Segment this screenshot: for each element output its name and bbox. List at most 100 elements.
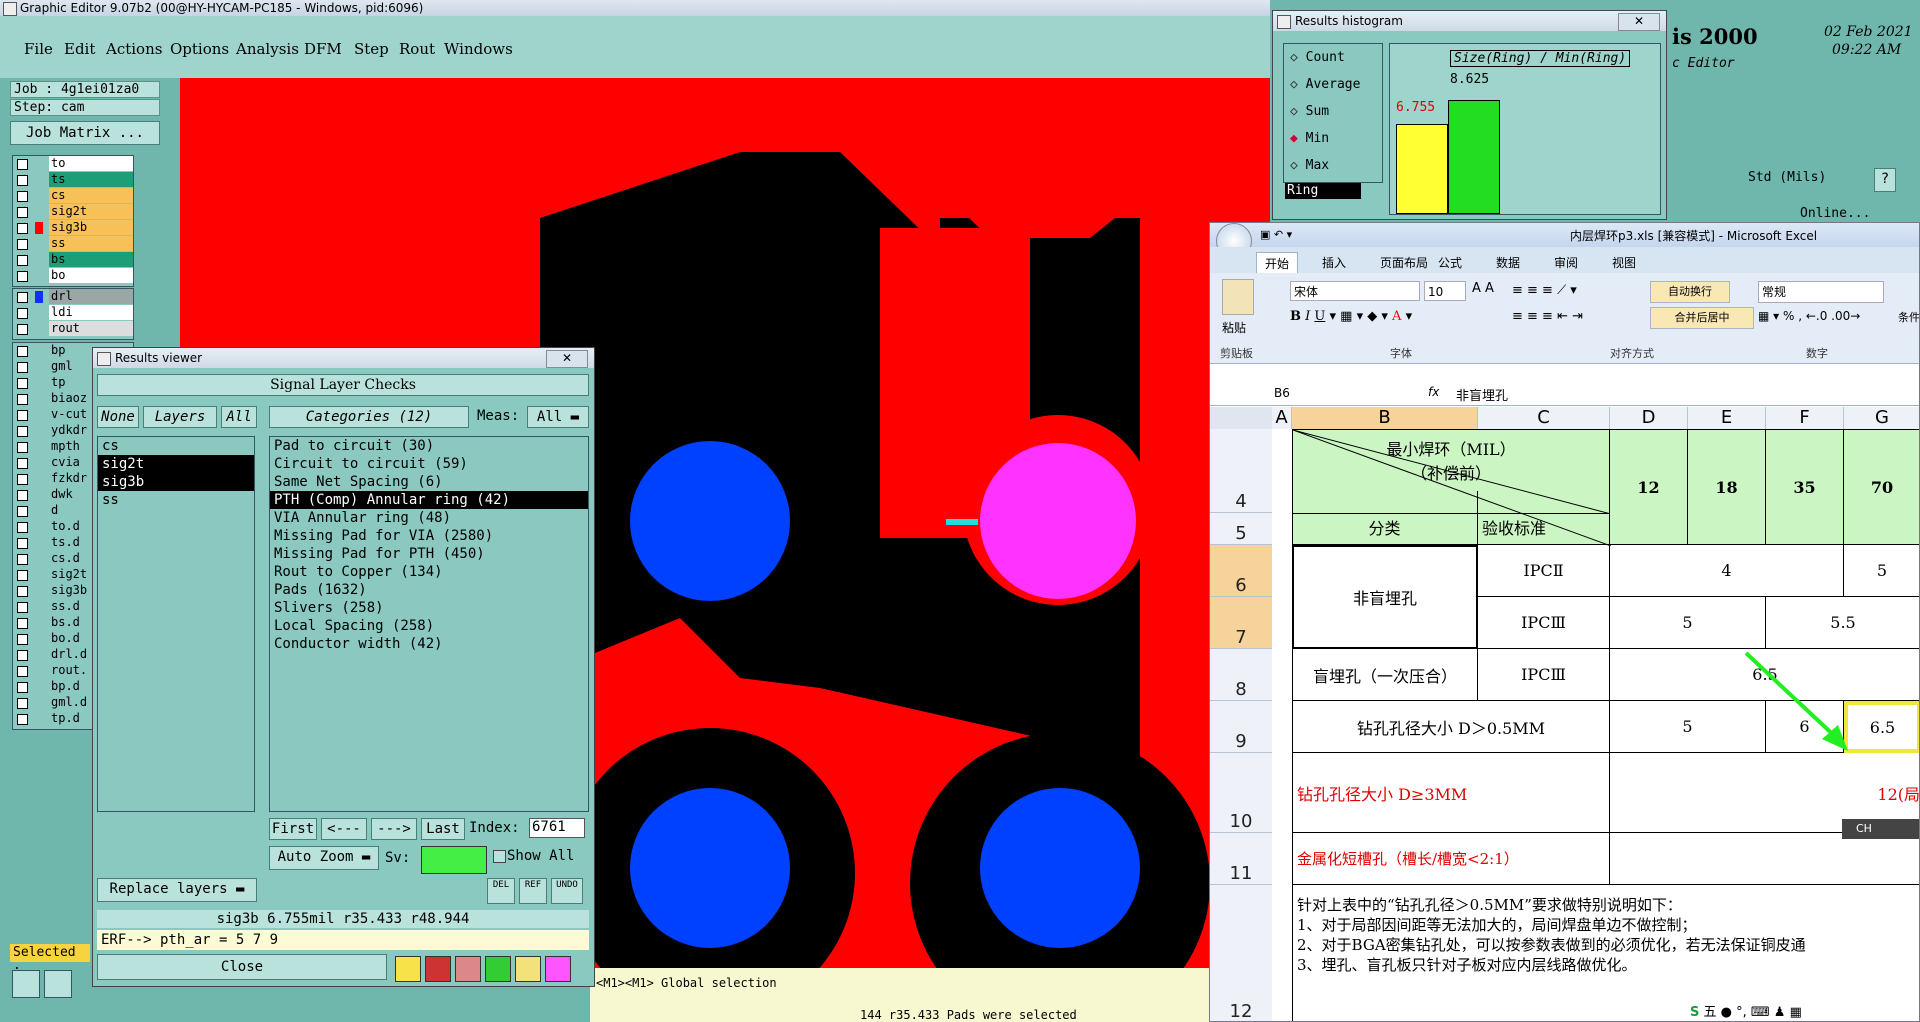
layer-name[interactable]: ts <box>49 172 133 187</box>
layer-checkbox[interactable] <box>17 682 28 693</box>
row-header-8[interactable]: 8 <box>1210 649 1272 701</box>
menu-windows[interactable]: Windows <box>444 40 513 58</box>
row-header-12[interactable]: 12 <box>1210 885 1272 1021</box>
paste-icon[interactable] <box>1222 279 1254 315</box>
close-icon[interactable]: ✕ <box>546 350 588 368</box>
row-header-5[interactable]: 5 <box>1210 513 1272 545</box>
layer-checkbox[interactable] <box>17 410 28 421</box>
menu-dfm[interactable]: DFM <box>304 40 342 58</box>
all-button[interactable]: All <box>221 406 257 428</box>
col-value-12[interactable]: 12 <box>1610 429 1688 545</box>
row-header-11[interactable]: 11 <box>1210 833 1272 885</box>
taskbar-ime-bar[interactable]: S 五 ● °, ⌨ ♟ ▦ <box>1690 1003 1919 1021</box>
layer-name[interactable]: sig2t <box>49 204 133 219</box>
cell-b9[interactable]: 钻孔孔径大小 D＞0.5MM <box>1292 701 1610 753</box>
layer-checkbox[interactable] <box>17 308 28 319</box>
layer-checkbox[interactable] <box>17 378 28 389</box>
merge-center-button[interactable]: 合并后居中 <box>1650 307 1754 329</box>
layer-row[interactable]: cs <box>13 188 133 204</box>
font-grow-icon[interactable]: A A <box>1472 281 1494 296</box>
next-button[interactable]: ---> <box>371 818 417 840</box>
layer-checkbox[interactable] <box>17 191 28 202</box>
report-icon-1[interactable] <box>395 956 421 982</box>
layer-checkbox[interactable] <box>17 554 28 565</box>
layer-checkbox[interactable] <box>17 714 28 725</box>
layer-name[interactable]: ss <box>49 236 133 251</box>
col-header-a[interactable]: A <box>1272 407 1292 429</box>
layer-checkbox[interactable] <box>17 239 28 250</box>
col-header-f[interactable]: F <box>1766 407 1844 429</box>
severity-dropdown[interactable] <box>421 846 487 874</box>
wrap-text-button[interactable]: 自动换行 <box>1650 281 1730 303</box>
radio-diamond-icon[interactable]: ◇ <box>1290 77 1306 92</box>
col-header-c[interactable]: C <box>1478 407 1610 429</box>
layer-checkbox[interactable] <box>17 292 28 303</box>
formula-input[interactable]: 非盲埋孔 <box>1456 385 1508 404</box>
cell-d11[interactable] <box>1610 833 1919 885</box>
undo-tool-button[interactable]: UNDO <box>551 878 583 904</box>
last-button[interactable]: Last <box>421 818 465 840</box>
layer-checkbox[interactable] <box>17 442 28 453</box>
category-list-item[interactable]: Slivers (258) <box>270 599 588 617</box>
layer-checkbox[interactable] <box>17 522 28 533</box>
category-list-item[interactable]: Pads (1632) <box>270 581 588 599</box>
category-list-item[interactable]: Rout to Copper (134) <box>270 563 588 581</box>
cell-b8[interactable]: 盲埋孔（一次压合） <box>1292 649 1478 701</box>
index-input[interactable]: 6761 <box>529 818 585 838</box>
layer-checkbox[interactable] <box>17 175 28 186</box>
row-header-4[interactable]: 4 <box>1210 429 1272 513</box>
layer-row[interactable]: bo <box>13 268 133 284</box>
row-header-6[interactable]: 6 <box>1210 545 1272 597</box>
layer-name[interactable]: rout <box>49 321 133 336</box>
name-box[interactable]: B6 <box>1214 384 1364 402</box>
layer-checkbox[interactable] <box>17 458 28 469</box>
quick-access-icon[interactable]: ▣ ↶ ▾ <box>1260 228 1292 241</box>
layer-name[interactable]: to <box>49 156 133 171</box>
layer-name[interactable]: bo <box>49 268 133 283</box>
cell-c6[interactable]: IPCⅡ <box>1478 545 1610 597</box>
cell-c7[interactable]: IPCⅢ <box>1478 597 1610 649</box>
col-header-b[interactable]: B <box>1292 407 1478 429</box>
histogram-option[interactable]: ◇ Average <box>1284 71 1382 98</box>
cell-b10[interactable]: 钻孔孔径大小 D≥3MM <box>1292 753 1610 833</box>
show-all-checkbox[interactable] <box>493 850 506 863</box>
first-button[interactable]: First <box>269 818 317 840</box>
radio-diamond-icon[interactable]: ◇ <box>1290 158 1306 173</box>
col-header-d[interactable]: D <box>1610 407 1688 429</box>
histogram-icon[interactable] <box>545 956 571 982</box>
cell-b6-non-blind[interactable]: 非盲埋孔 <box>1292 545 1478 649</box>
radio-diamond-icon[interactable]: ◇ <box>1290 50 1306 65</box>
category-list-item[interactable]: Missing Pad for PTH (450) <box>270 545 588 563</box>
layers-button[interactable]: Layers <box>143 406 217 428</box>
layer-checkbox[interactable] <box>17 666 28 677</box>
menu-edit[interactable]: Edit <box>64 40 95 58</box>
radio-diamond-icon[interactable]: ◇ <box>1290 104 1306 119</box>
ribbon-tab[interactable]: 视图 <box>1604 252 1644 273</box>
row-header-7[interactable]: 7 <box>1210 597 1272 649</box>
layer-checkbox[interactable] <box>17 362 28 373</box>
layer-checkbox[interactable] <box>17 698 28 709</box>
prev-button[interactable]: <--- <box>321 818 367 840</box>
layer-name[interactable]: cs <box>49 188 133 203</box>
layer-checkbox[interactable] <box>17 506 28 517</box>
ribbon-tab[interactable]: 数据 <box>1488 252 1528 273</box>
layer-checkbox[interactable] <box>17 324 28 335</box>
menu-options[interactable]: Options <box>170 40 229 58</box>
layer-row[interactable]: drl <box>13 289 133 305</box>
cell-c8[interactable]: IPCⅢ <box>1478 649 1610 701</box>
menu-step[interactable]: Step <box>354 40 389 58</box>
ribbon-tab[interactable]: 审阅 <box>1546 252 1586 273</box>
layer-name[interactable]: bs <box>49 252 133 267</box>
ref-tool-button[interactable]: REF <box>519 878 547 904</box>
number-format-dropdown[interactable]: 常规 <box>1758 281 1884 303</box>
layer-checkbox[interactable] <box>17 346 28 357</box>
fx-icon[interactable]: fx <box>1428 385 1439 399</box>
layer-checkbox[interactable] <box>17 474 28 485</box>
layer-checkbox[interactable] <box>17 394 28 405</box>
layer-list-item[interactable]: ss <box>98 491 254 509</box>
radio-diamond-icon[interactable]: ◆ <box>1290 131 1306 146</box>
category-list-item[interactable]: Circuit to circuit (59) <box>270 455 588 473</box>
histogram-option[interactable]: ◆ Min <box>1284 125 1382 152</box>
cell-g6[interactable]: 5 <box>1844 545 1919 597</box>
font-size-dropdown[interactable]: 10 <box>1424 281 1466 301</box>
